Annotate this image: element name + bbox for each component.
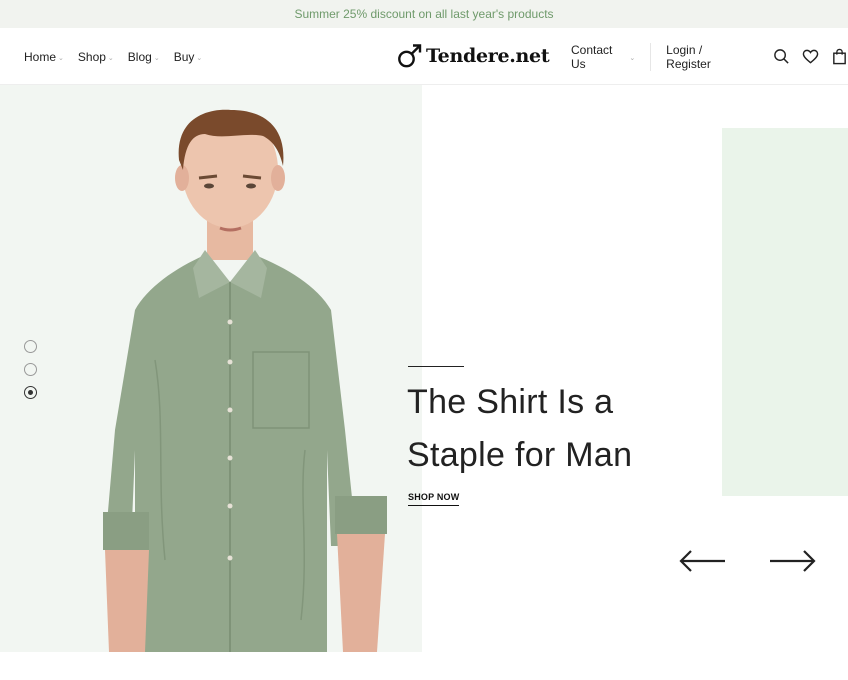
promo-text: Summer 25% discount on all last year's p… (294, 7, 554, 21)
male-symbol-icon (398, 44, 422, 68)
chevron-down-icon: ⌄ (196, 54, 203, 62)
site-logo[interactable]: Tendere.net (397, 40, 550, 72)
slider-prev-arrow-icon[interactable] (679, 546, 727, 576)
chevron-down-icon: ⌄ (107, 54, 114, 62)
header-divider (650, 42, 652, 71)
chevron-down-icon: ⌄ (629, 54, 636, 62)
nav-item-contact[interactable]: Contact Us ⌄ (571, 43, 635, 71)
hero-title: The Shirt Is a Staple for Man (407, 376, 707, 482)
hero-model-image (103, 109, 387, 652)
slider-next-arrow-icon[interactable] (768, 546, 816, 576)
site-header: Home ⌄ Shop ⌄ Blog ⌄ Buy ⌄ Tendere.net C… (0, 28, 848, 85)
header-actions: Contact Us ⌄ Login / Register (571, 28, 848, 85)
login-register-link[interactable]: Login / Register (666, 43, 746, 71)
promo-bar: Summer 25% discount on all last year's p… (0, 0, 848, 28)
shop-now-button[interactable]: SHOP NOW (408, 492, 460, 506)
hero-divider-line (408, 366, 464, 367)
nav-home-label: Home (24, 49, 57, 64)
slide-dot-3-active[interactable] (24, 386, 37, 399)
logo-text: Tendere.net (426, 45, 550, 67)
contact-label: Contact Us (571, 42, 613, 71)
search-icon[interactable] (772, 48, 789, 66)
hero-title-line-1: The Shirt Is a (407, 383, 614, 421)
hero-accent-block (722, 128, 848, 496)
nav-item-blog[interactable]: Blog ⌄ (128, 50, 160, 64)
nav-item-buy[interactable]: Buy ⌄ (174, 50, 203, 64)
slide-dot-2[interactable] (24, 363, 37, 376)
chevron-down-icon: ⌄ (58, 54, 64, 62)
shopping-bag-icon[interactable] (831, 48, 848, 66)
slider-pagination (24, 340, 37, 409)
nav-item-home[interactable]: Home ⌄ (24, 50, 64, 64)
nav-item-shop[interactable]: Shop ⌄ (78, 50, 114, 64)
nav-shop-label: Shop (77, 49, 106, 64)
main-nav: Home ⌄ Shop ⌄ Blog ⌄ Buy ⌄ (24, 28, 216, 85)
nav-blog-label: Blog (127, 49, 152, 64)
slide-dot-1[interactable] (24, 340, 37, 353)
heart-icon[interactable] (802, 48, 819, 66)
chevron-down-icon: ⌄ (153, 54, 160, 62)
hero-title-line-2: Staple for Man (407, 436, 633, 474)
nav-buy-label: Buy (173, 49, 195, 64)
